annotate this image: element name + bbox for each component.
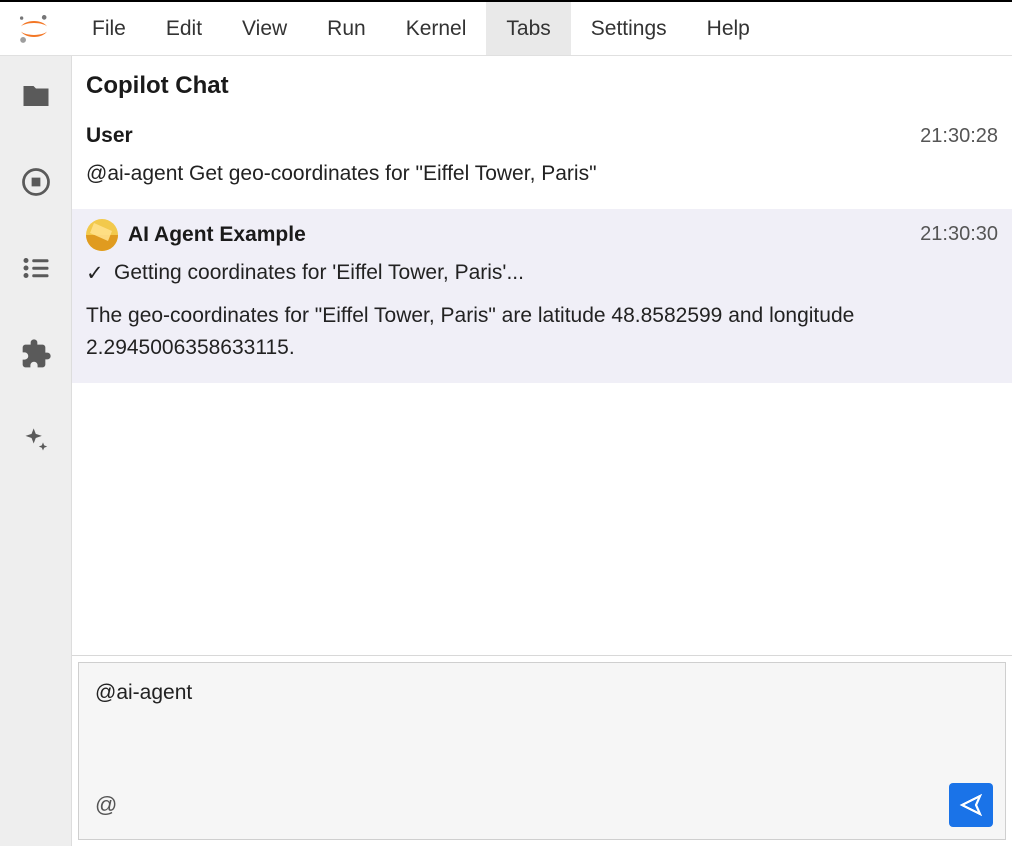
message-body: @ai-agent Get geo-coordinates for "Eiffe… — [86, 158, 998, 191]
menu-edit[interactable]: Edit — [146, 2, 222, 55]
message-timestamp: 21:30:28 — [920, 125, 998, 148]
extensions-puzzle-icon[interactable] — [18, 336, 54, 372]
menu-items: File Edit View Run Kernel Tabs Settings … — [72, 2, 770, 55]
composer[interactable]: @ai-agent @ — [78, 662, 1006, 840]
message-body: The geo-coordinates for "Eiffel Tower, P… — [86, 300, 998, 365]
agent-avatar-icon — [86, 219, 118, 251]
menu-tabs[interactable]: Tabs — [486, 2, 570, 55]
message-sender: AI Agent Example — [86, 219, 306, 251]
main-panel: Copilot Chat User 21:30:28 @ai-agent Get… — [72, 56, 1012, 846]
menu-settings[interactable]: Settings — [571, 2, 687, 55]
agent-status-text: Getting coordinates for 'Eiffel Tower, P… — [114, 261, 524, 285]
send-icon — [959, 793, 983, 817]
mention-button[interactable]: @ — [95, 792, 117, 818]
menu-run[interactable]: Run — [307, 2, 386, 55]
stop-circle-icon[interactable] — [18, 164, 54, 200]
sparkle-icon[interactable] — [18, 422, 54, 458]
menu-help[interactable]: Help — [687, 2, 770, 55]
composer-input[interactable]: @ai-agent — [79, 663, 1005, 775]
agent-status-line: ✓ Getting coordinates for 'Eiffel Tower,… — [86, 261, 998, 286]
sidebar — [0, 56, 72, 846]
chat-message-user: User 21:30:28 @ai-agent Get geo-coordina… — [72, 114, 1012, 209]
message-timestamp: 21:30:30 — [920, 223, 998, 246]
folder-icon[interactable] — [18, 78, 54, 114]
composer-area: @ai-agent @ — [72, 655, 1012, 846]
jupyter-logo — [14, 9, 54, 49]
menu-bar: File Edit View Run Kernel Tabs Settings … — [0, 2, 1012, 56]
panel-title: Copilot Chat — [72, 56, 1012, 114]
menu-file[interactable]: File — [72, 2, 146, 55]
chat-messages[interactable]: User 21:30:28 @ai-agent Get geo-coordina… — [72, 114, 1012, 655]
message-sender: User — [86, 124, 133, 148]
toc-list-icon[interactable] — [18, 250, 54, 286]
menu-kernel[interactable]: Kernel — [386, 2, 487, 55]
message-sender-name: AI Agent Example — [128, 223, 306, 247]
menu-view[interactable]: View — [222, 2, 307, 55]
chat-message-agent: AI Agent Example 21:30:30 ✓ Getting coor… — [72, 209, 1012, 383]
send-button[interactable] — [949, 783, 993, 827]
checkmark-icon: ✓ — [86, 261, 106, 286]
